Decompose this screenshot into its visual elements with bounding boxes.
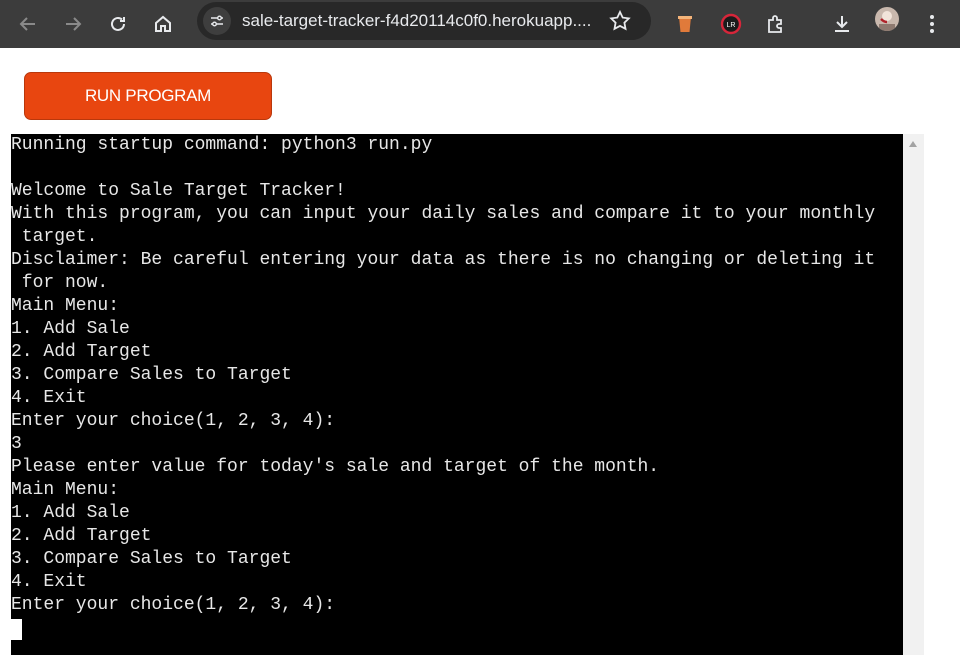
profile-avatar[interactable]	[875, 7, 899, 31]
extension-lr-icon[interactable]: LR	[714, 7, 748, 41]
forward-arrow-icon[interactable]	[56, 7, 90, 41]
terminal-line: 4. Exit	[11, 388, 87, 408]
terminal-line: 4. Exit	[11, 572, 87, 592]
download-icon[interactable]	[825, 7, 859, 41]
address-bar[interactable]: sale-target-tracker-f4d20114c0f0.herokua…	[197, 2, 651, 40]
terminal-line: 2. Add Target	[11, 526, 152, 546]
terminal-line: 1. Add Sale	[11, 503, 130, 523]
terminal-line: 2. Add Target	[11, 342, 152, 362]
terminal-line: Disclaimer: Be careful entering your dat…	[11, 250, 876, 270]
terminal-line: 3. Compare Sales to Target	[11, 549, 292, 569]
site-info-icon[interactable]	[203, 7, 231, 35]
terminal-line: target.	[11, 227, 98, 247]
url-text[interactable]: sale-target-tracker-f4d20114c0f0.herokua…	[242, 11, 602, 31]
browser-toolbar: sale-target-tracker-f4d20114c0f0.herokua…	[0, 0, 960, 48]
terminal-window[interactable]: Running startup command: python3 run.py W…	[11, 134, 903, 655]
terminal-line: Enter your choice(1, 2, 3, 4):	[11, 595, 336, 615]
terminal-line: Main Menu:	[11, 296, 120, 316]
menu-dots-icon[interactable]	[915, 7, 949, 41]
terminal-line: for now.	[11, 273, 109, 293]
extension-cup-icon[interactable]	[668, 7, 702, 41]
terminal-line: Running startup command: python3 run.py	[11, 135, 433, 155]
terminal-line: 3	[11, 434, 22, 454]
terminal-line: 3. Compare Sales to Target	[11, 365, 292, 385]
scroll-up-arrow-icon[interactable]	[909, 141, 917, 147]
svg-text:LR: LR	[727, 22, 736, 29]
terminal-line: 1. Add Sale	[11, 319, 130, 339]
terminal-scrollbar[interactable]	[903, 134, 924, 655]
terminal-line: Welcome to Sale Target Tracker!	[11, 181, 346, 201]
home-icon[interactable]	[146, 7, 180, 41]
run-program-button[interactable]: RUN PROGRAM	[24, 72, 272, 120]
extensions-puzzle-icon[interactable]	[759, 7, 793, 41]
reload-icon[interactable]	[101, 7, 135, 41]
terminal-line: Main Menu:	[11, 480, 120, 500]
terminal-cursor	[11, 619, 22, 640]
terminal-line: With this program, you can input your da…	[11, 204, 876, 224]
bookmark-star-icon[interactable]	[608, 9, 632, 38]
terminal-line: Please enter value for today's sale and …	[11, 457, 660, 477]
back-arrow-icon[interactable]	[11, 7, 45, 41]
terminal-line: Enter your choice(1, 2, 3, 4):	[11, 411, 336, 431]
